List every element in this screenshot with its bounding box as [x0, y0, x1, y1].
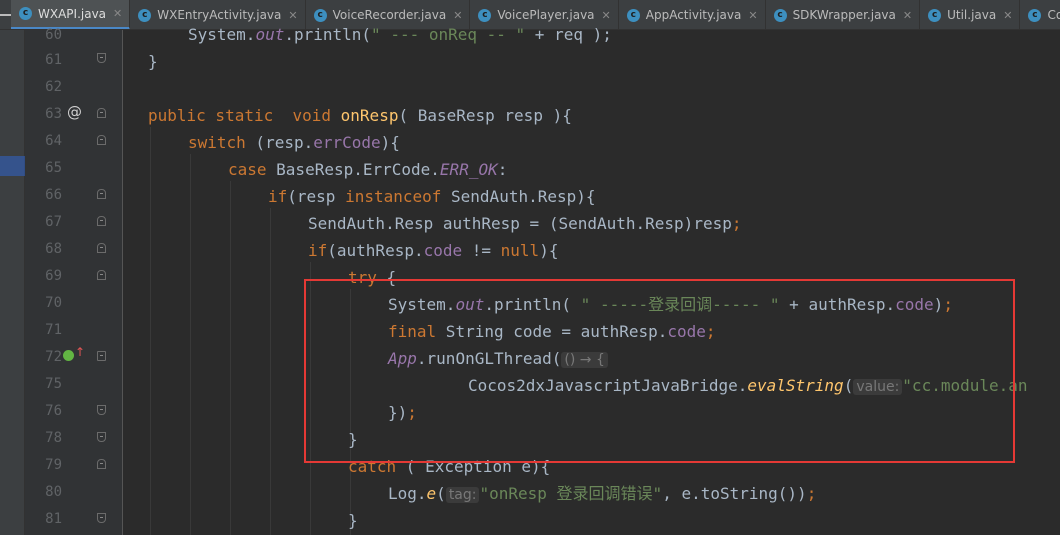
fold-marker-icon[interactable] — [97, 243, 106, 253]
code-line-60: System.out.println(" --- onReq -- " + re… — [188, 25, 612, 44]
fold-marker-icon[interactable] — [97, 108, 106, 118]
indent-guide — [270, 208, 271, 535]
close-icon[interactable]: ✕ — [1003, 9, 1012, 22]
implementation-icon[interactable] — [63, 350, 74, 361]
tab-appactivity[interactable]: c AppActivity.java ✕ — [619, 0, 766, 29]
fold-marker-icon[interactable] — [97, 270, 106, 280]
fold-marker-icon[interactable] — [97, 351, 106, 361]
close-icon[interactable]: ✕ — [453, 9, 462, 22]
line-number: 75 — [45, 376, 62, 392]
fold-marker-icon[interactable] — [97, 459, 106, 469]
code-line-61: } — [148, 52, 158, 71]
fold-marker-icon[interactable] — [97, 432, 106, 442]
navigate-up-arrow-icon[interactable]: ↑ — [75, 345, 85, 359]
tab-sdkwrapper[interactable]: c SDKWrapper.java ✕ — [766, 0, 921, 29]
fold-marker-icon[interactable] — [97, 53, 106, 63]
line-number: 70 — [45, 295, 62, 311]
highlight-box — [304, 279, 1015, 463]
line-number: 80 — [45, 484, 62, 500]
fold-marker-icon[interactable] — [97, 189, 106, 199]
line-number: 81 — [45, 511, 62, 527]
close-icon[interactable]: ✕ — [903, 9, 912, 22]
fold-marker-icon[interactable] — [97, 513, 106, 523]
tab-label: WXAPI.java — [38, 6, 107, 21]
tab-label: Util.java — [947, 8, 997, 22]
indent-guide — [230, 181, 231, 535]
java-class-icon: c — [773, 8, 787, 22]
java-class-icon: c — [626, 8, 640, 22]
tab-label: WXEntryActivity.java — [157, 8, 282, 22]
java-class-icon: c — [928, 8, 942, 22]
code-line-63: public static void onResp( BaseResp resp… — [148, 106, 572, 125]
code-line-67: SendAuth.Resp authResp = (SendAuth.Resp)… — [308, 214, 742, 233]
close-icon[interactable]: ✕ — [288, 9, 297, 22]
java-class-icon: c — [19, 7, 32, 20]
line-number: 76 — [45, 403, 62, 419]
line-number: 71 — [45, 322, 62, 338]
indent-guide — [190, 154, 191, 535]
override-annotation-icon[interactable]: @ — [67, 103, 82, 121]
parameter-hint: tag: — [445, 487, 480, 503]
java-class-icon: c — [1028, 8, 1042, 22]
line-number: 65 — [45, 160, 62, 176]
code-line-80: Log.e(tag: "onResp 登录回调错误", e.toString())… — [388, 484, 817, 503]
line-number-gutter: 60 61 62 63 64 65 66 67 68 69 70 71 72 7… — [25, 27, 123, 535]
tab-label: Config — [1047, 8, 1060, 22]
line-number: 63 — [45, 106, 62, 122]
left-tool-strip — [0, 30, 25, 535]
tab-util[interactable]: c Util.java ✕ — [920, 0, 1021, 29]
fold-marker-icon[interactable] — [97, 405, 106, 415]
tab-label: VoiceRecorder.java — [332, 8, 447, 22]
code-line-68: if(authResp.code != null){ — [308, 241, 559, 260]
tab-wxapi[interactable]: c WXAPI.java ✕ — [11, 0, 131, 29]
line-number: 62 — [45, 79, 62, 95]
close-icon[interactable]: ✕ — [748, 9, 757, 22]
line-number: 72 — [45, 349, 62, 365]
java-class-icon: c — [313, 8, 327, 22]
line-number: 78 — [45, 430, 62, 446]
line-number: 64 — [45, 133, 62, 149]
tab-label: AppActivity.java — [645, 8, 742, 22]
code-line-81: } — [348, 511, 358, 530]
line-number: 66 — [45, 187, 62, 203]
close-icon[interactable]: ✕ — [113, 7, 122, 20]
indent-guide — [150, 127, 151, 535]
structure-marker — [0, 156, 25, 176]
line-number: 69 — [45, 268, 62, 284]
line-number: 60 — [45, 27, 62, 43]
java-class-icon: c — [478, 8, 492, 22]
code-line-66: if(resp instanceof SendAuth.Resp){ — [268, 187, 596, 206]
tab-label: SDKWrapper.java — [792, 8, 896, 22]
line-number: 61 — [45, 52, 62, 68]
tab-menu-icon[interactable] — [0, 0, 11, 29]
line-number: 67 — [45, 214, 62, 230]
fold-marker-icon[interactable] — [97, 135, 106, 145]
tab-label: VoicePlayer.java — [497, 8, 595, 22]
java-class-icon: c — [138, 8, 152, 22]
fold-marker-icon[interactable] — [97, 216, 106, 226]
close-icon[interactable]: ✕ — [602, 9, 611, 22]
code-line-64: switch (resp.errCode){ — [188, 133, 400, 152]
tab-config[interactable]: c Config — [1020, 0, 1060, 29]
line-number: 68 — [45, 241, 62, 257]
code-line-65: case BaseResp.ErrCode.ERR_OK: — [228, 160, 508, 179]
line-number: 79 — [45, 457, 62, 473]
